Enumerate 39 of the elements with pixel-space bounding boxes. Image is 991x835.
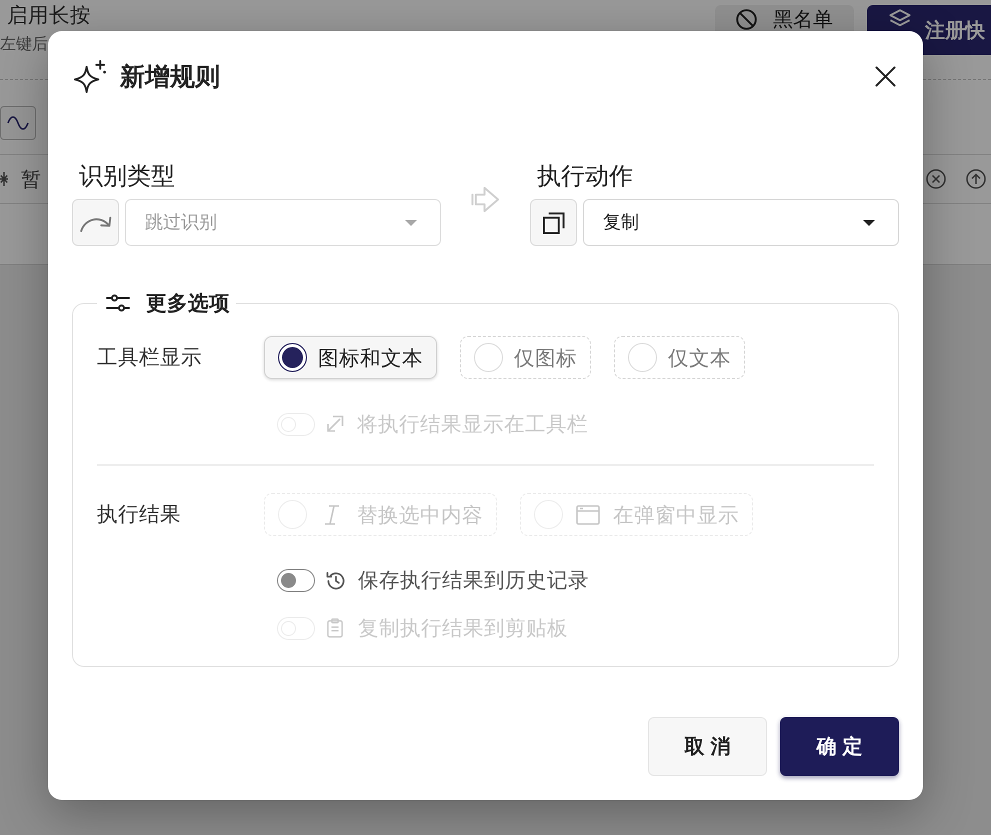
toggle-label: 保存执行结果到历史记录 — [358, 568, 589, 592]
copy-icon — [542, 212, 564, 234]
caret-icon — [405, 220, 417, 226]
history-icon — [326, 570, 345, 590]
close-circle-icon[interactable] — [926, 169, 946, 189]
clipboard-icon — [327, 618, 343, 638]
wave-icon — [7, 116, 29, 130]
row-label: 执行结果 — [97, 501, 181, 528]
action-icon-button[interactable] — [530, 199, 577, 246]
sparkle-icon — [74, 60, 107, 93]
field-label: 执行动作 — [537, 161, 633, 191]
section-title: 更多选项 — [146, 291, 230, 315]
close-icon — [875, 66, 896, 87]
radio-option[interactable]: 仅文本 — [614, 336, 745, 379]
setting-label: 启用长按 — [7, 2, 91, 28]
toggle-switch[interactable] — [277, 568, 315, 592]
arrow-in-box-icon — [326, 415, 344, 433]
confirm-button[interactable]: 确定 — [780, 717, 899, 776]
text-cursor-icon — [324, 504, 340, 524]
arrow-up-circle-icon[interactable] — [966, 169, 986, 189]
row-text: 暂 — [21, 167, 41, 191]
arrow-right-icon — [471, 185, 500, 214]
radio-option[interactable]: 仅图标 — [460, 336, 591, 379]
window-icon — [576, 504, 600, 524]
layers-icon — [889, 9, 911, 29]
cancel-button[interactable]: 取消 — [648, 717, 767, 776]
asterisk-icon — [0, 171, 8, 187]
caret-icon — [863, 220, 875, 226]
ban-icon — [736, 9, 757, 30]
type-icon-button[interactable] — [72, 199, 119, 246]
field-label: 识别类型 — [79, 161, 175, 191]
radio-option[interactable]: 图标和文本 — [264, 336, 437, 379]
wave-button[interactable] — [0, 106, 36, 140]
close-button[interactable] — [875, 66, 896, 87]
sliders-icon — [106, 293, 130, 313]
setting-hint: 左键后 — [0, 34, 48, 54]
action-dropdown[interactable]: 复制 — [583, 199, 899, 246]
row-label: 工具栏显示 — [97, 344, 202, 371]
dialog-title: 新增规则 — [120, 61, 220, 93]
